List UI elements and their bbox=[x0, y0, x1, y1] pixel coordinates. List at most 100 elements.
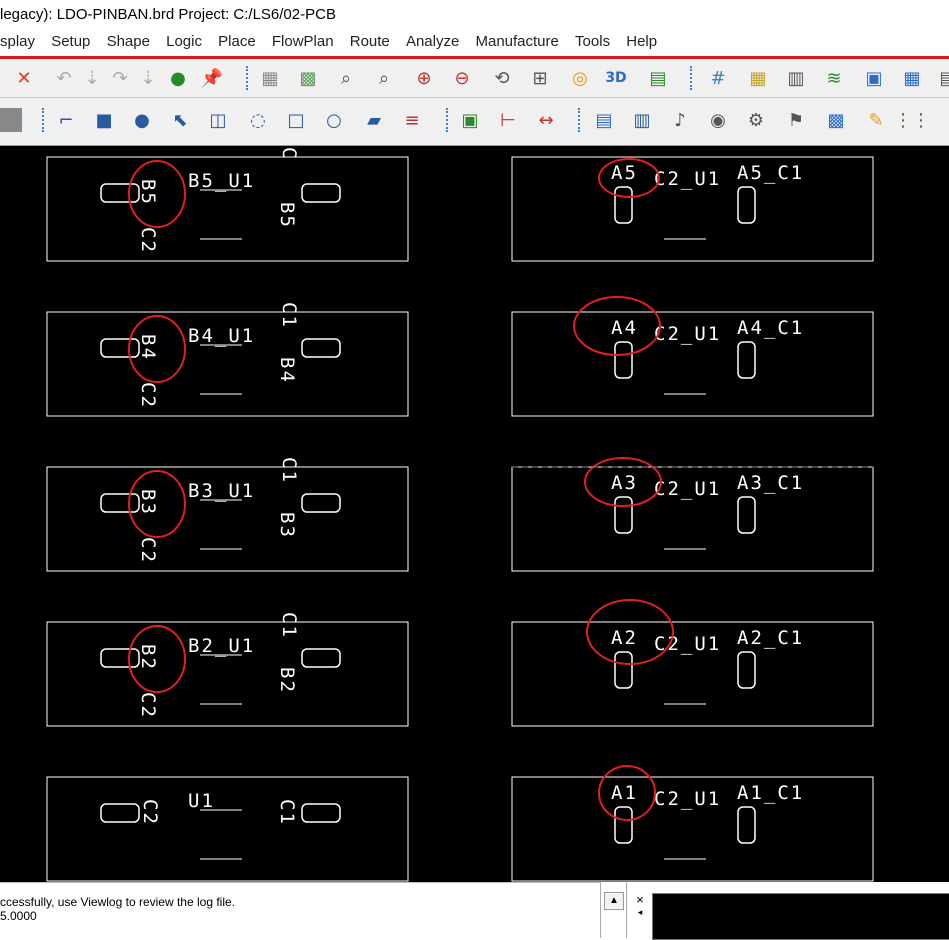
pad bbox=[301, 338, 341, 358]
measure-icon[interactable]: ↔ bbox=[534, 108, 558, 132]
color-icon[interactable]: ▦ bbox=[746, 66, 770, 90]
chip-icon[interactable]: ▩ bbox=[824, 108, 848, 132]
flip-icon[interactable]: ▤ bbox=[646, 66, 670, 90]
dimension-icon[interactable]: ⊢ bbox=[496, 108, 520, 132]
menu-manufacture[interactable]: Manufacture bbox=[475, 29, 558, 55]
menu-bar: splay Setup Shape Logic Place FlowPlan R… bbox=[0, 29, 949, 59]
pcb-drawing[interactable]: B5 B5_U1 B5 C2 C B4 B4_U1 B4 C2 C1 B3 B3_U1 B3 C2 C1 B2… bbox=[0, 146, 949, 882]
table-icon[interactable]: ▤ bbox=[936, 66, 949, 90]
designator-prefix: A2 bbox=[611, 627, 638, 649]
menu-display[interactable]: splay bbox=[0, 29, 35, 55]
menu-logic[interactable]: Logic bbox=[166, 29, 202, 55]
console-scrollbar[interactable]: ▲ bbox=[600, 882, 627, 938]
designator-prefix: A3 bbox=[611, 472, 638, 494]
toolbar-bottom: ⌐ ■ ● ⬉ ◫ ◌ □ ○ ▰ ≡ ▣ ⊢ ↔ ▤ ▥ ♪ ◉ ⚙ ⚑ ▩ … bbox=[0, 98, 949, 146]
cap-label: C2 bbox=[137, 227, 159, 254]
pin-label-right: B4 bbox=[276, 357, 298, 384]
redo-down2-icon[interactable]: ⇣ bbox=[136, 66, 160, 90]
delete-icon[interactable]: ✕ bbox=[12, 66, 36, 90]
grid2-icon[interactable]: ▩ bbox=[296, 66, 320, 90]
menu-flowplan[interactable]: FlowPlan bbox=[272, 29, 334, 55]
matrix-icon[interactable]: ⋮⋮ bbox=[894, 108, 930, 132]
zoom-sphere-icon[interactable]: ● bbox=[166, 66, 190, 90]
3d-icon[interactable]: 3D bbox=[604, 66, 628, 90]
pin-icon[interactable]: 📌 bbox=[200, 66, 224, 90]
pad bbox=[100, 648, 140, 668]
designator-prefix: A5 bbox=[611, 162, 638, 184]
pad bbox=[301, 803, 341, 823]
grid-icon[interactable]: ▦ bbox=[258, 66, 282, 90]
circle-icon[interactable]: ● bbox=[130, 108, 154, 132]
component-ref-label: B3_U1 bbox=[188, 480, 255, 502]
redo-down-icon[interactable]: ⇣ bbox=[80, 66, 104, 90]
grid-toggle-icon[interactable]: # bbox=[706, 66, 730, 90]
pad bbox=[301, 648, 341, 668]
menu-tools[interactable]: Tools bbox=[575, 29, 610, 55]
arrow-left-icon[interactable]: ◂ bbox=[627, 907, 653, 918]
close-icon[interactable]: × bbox=[627, 892, 653, 907]
toolbar-separator bbox=[446, 108, 451, 132]
pcb-canvas[interactable]: B5 B5_U1 B5 C2 C B4 B4_U1 B4 C2 C1 B3 B3_U1 B3 C2 C1 B2… bbox=[0, 146, 949, 882]
pad bbox=[614, 806, 633, 844]
text-icon[interactable]: ✎ bbox=[864, 108, 888, 132]
component-ref-label: U1 bbox=[188, 790, 215, 812]
cap-designator: A4_C1 bbox=[737, 317, 804, 339]
stack-icon[interactable]: ≡ bbox=[400, 108, 424, 132]
shapes-icon[interactable]: ≋ bbox=[822, 66, 846, 90]
pad bbox=[100, 493, 140, 513]
menu-shape[interactable]: Shape bbox=[107, 29, 150, 55]
zoom-out-icon[interactable]: ⊖ bbox=[450, 66, 474, 90]
menu-place[interactable]: Place bbox=[218, 29, 256, 55]
odb-icon[interactable]: ▤ bbox=[592, 108, 616, 132]
menu-setup[interactable]: Setup bbox=[51, 29, 90, 55]
component-ref-label: B5_U1 bbox=[188, 170, 255, 192]
toolbar-separator bbox=[246, 66, 251, 90]
refresh-icon[interactable]: ◎ bbox=[568, 66, 592, 90]
cap-label2: C1 bbox=[278, 302, 300, 329]
world-view-minimap[interactable] bbox=[652, 893, 949, 940]
flag-icon[interactable]: ⚑ bbox=[784, 108, 808, 132]
select-icon[interactable]: ⬉ bbox=[168, 108, 192, 132]
layers-icon[interactable]: ▥ bbox=[784, 66, 808, 90]
pin-label-right: B5 bbox=[276, 202, 298, 229]
cap-designator: A5_C1 bbox=[737, 162, 804, 184]
pin-label-left: B5 bbox=[137, 179, 159, 206]
undo-icon[interactable]: ↶ bbox=[52, 66, 76, 90]
zoom-world-icon[interactable]: ⊞ bbox=[528, 66, 552, 90]
book-icon[interactable]: ▥ bbox=[630, 108, 654, 132]
prop-icon[interactable]: ♪ bbox=[668, 108, 692, 132]
arc-icon[interactable]: ◌ bbox=[246, 108, 270, 132]
component-ref-label: B2_U1 bbox=[188, 635, 255, 657]
dfa-icon[interactable]: ▦ bbox=[900, 66, 924, 90]
redo-icon[interactable]: ↷ bbox=[108, 66, 132, 90]
menu-help[interactable]: Help bbox=[626, 29, 657, 55]
rename-icon[interactable]: ⚙ bbox=[744, 108, 768, 132]
line-icon[interactable]: ⌐ bbox=[54, 108, 78, 132]
menu-analyze[interactable]: Analyze bbox=[406, 29, 459, 55]
pad bbox=[737, 806, 756, 844]
shape-icon[interactable]: ◫ bbox=[206, 108, 230, 132]
camera-icon[interactable]: ◉ bbox=[706, 108, 730, 132]
component-icon[interactable]: ▣ bbox=[458, 108, 482, 132]
circle2-icon[interactable]: ○ bbox=[322, 108, 346, 132]
window-title: legacy): LDO-PINBAN.brd Project: C:/LS6/… bbox=[0, 6, 336, 23]
panel-icon[interactable] bbox=[0, 108, 22, 132]
pin-label-left: B3 bbox=[137, 489, 159, 516]
scroll-up-icon[interactable]: ▲ bbox=[604, 892, 624, 910]
cap-label: C2 bbox=[137, 692, 159, 719]
component-ref-label: B4_U1 bbox=[188, 325, 255, 347]
designator-mid: C2_U1 bbox=[654, 168, 721, 190]
pad bbox=[737, 651, 756, 689]
designator-mid: C2_U1 bbox=[654, 323, 721, 345]
cap-label2: C1 bbox=[278, 457, 300, 484]
zoom-in-icon[interactable]: ⊕ bbox=[412, 66, 436, 90]
zoom-window-icon[interactable]: ⌕ bbox=[334, 66, 358, 90]
rect-icon[interactable]: ■ bbox=[92, 108, 116, 132]
fill-icon[interactable]: ▰ bbox=[362, 108, 386, 132]
zoom-fit-icon[interactable]: ⌕ bbox=[372, 66, 396, 90]
ecm-icon[interactable]: ▣ bbox=[862, 66, 886, 90]
cap-designator: A1_C1 bbox=[737, 782, 804, 804]
square-icon[interactable]: □ bbox=[284, 108, 308, 132]
menu-route[interactable]: Route bbox=[350, 29, 390, 55]
zoom-prev-icon[interactable]: ⟲ bbox=[490, 66, 514, 90]
